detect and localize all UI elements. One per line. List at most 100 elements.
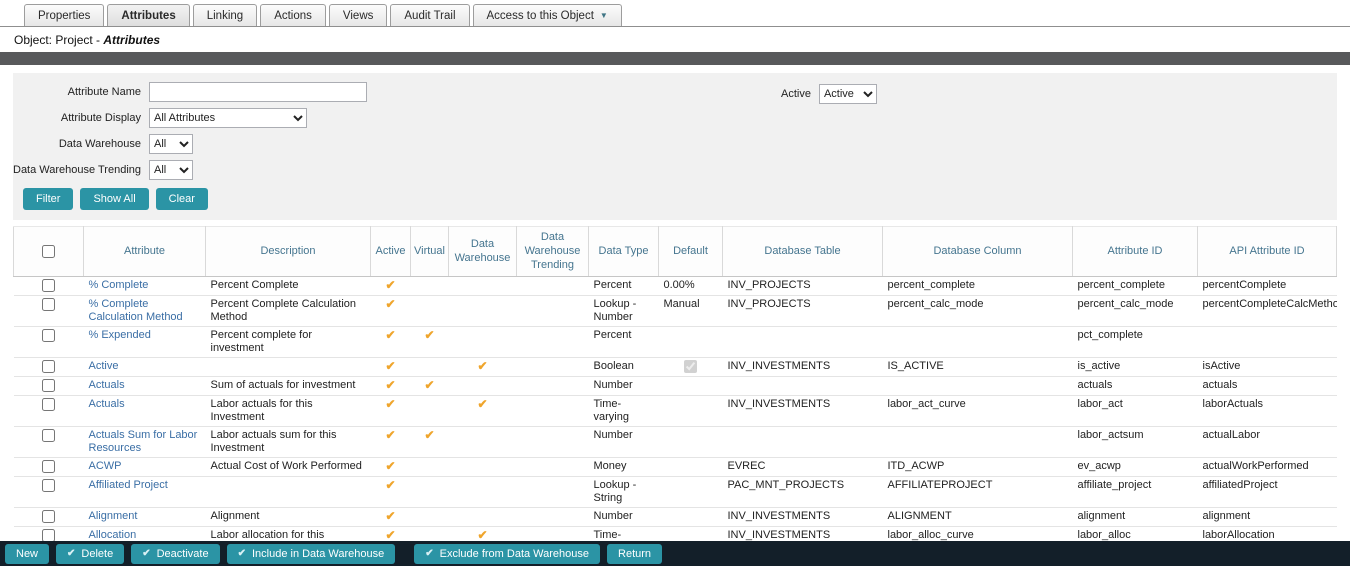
attribute-cell: Actuals Sum for Labor Resources	[84, 427, 206, 458]
column-header-default[interactable]: Default	[659, 227, 723, 277]
data-warehouse-trending-cell	[517, 277, 589, 296]
active-cell: ✔	[371, 458, 411, 477]
row-select-cell	[14, 396, 84, 427]
attribute-link[interactable]: % Complete Calculation Method	[89, 298, 183, 323]
attribute-link[interactable]: ACWP	[89, 460, 122, 472]
table-row: Affiliated Project✔Lookup - StringPAC_MN…	[14, 477, 1337, 508]
include-in-data-warehouse-button[interactable]: ✔Include in Data Warehouse	[227, 544, 396, 564]
database-table-cell: INV_INVESTMENTS	[723, 508, 883, 527]
active-filter-select[interactable]: Active	[819, 84, 877, 104]
new-button[interactable]: New	[5, 544, 49, 564]
attribute-cell: % Complete	[84, 277, 206, 296]
attribute-link[interactable]: % Expended	[89, 329, 151, 341]
table-row: % ExpendedPercent complete for investmen…	[14, 327, 1337, 358]
tab-views[interactable]: Views	[329, 4, 387, 26]
description-cell: Labor actuals sum for this Investment	[206, 427, 371, 458]
exclude-from-data-warehouse-button[interactable]: ✔Exclude from Data Warehouse	[414, 544, 600, 564]
data-warehouse-cell	[449, 477, 517, 508]
attribute-cell: Affiliated Project	[84, 477, 206, 508]
select-all-checkbox[interactable]	[42, 245, 55, 258]
row-checkbox[interactable]	[42, 360, 55, 373]
row-select-cell	[14, 458, 84, 477]
attribute-name-input[interactable]	[149, 82, 367, 102]
chevron-down-icon: ▼	[600, 11, 608, 20]
data-warehouse-select[interactable]: All	[149, 134, 193, 154]
tab-linking[interactable]: Linking	[193, 4, 257, 26]
api-attribute-id-cell: percentComplete	[1198, 277, 1337, 296]
attribute-link[interactable]: Actuals Sum for Labor Resources	[89, 429, 198, 454]
database-table-cell	[723, 427, 883, 458]
attribute-link[interactable]: Active	[89, 360, 119, 372]
data-warehouse-cell	[449, 377, 517, 396]
row-checkbox[interactable]	[42, 460, 55, 473]
attribute-id-cell: affiliate_project	[1073, 477, 1198, 508]
virtual-cell	[411, 477, 449, 508]
button-label: Exclude from Data Warehouse	[440, 548, 589, 560]
api-attribute-id-cell: percentCompleteCalcMethod	[1198, 296, 1337, 327]
column-header-data-type[interactable]: Data Type	[589, 227, 659, 277]
deactivate-button[interactable]: ✔Deactivate	[131, 544, 219, 564]
tab-access-to-this-object[interactable]: Access to this Object ▼	[473, 4, 622, 26]
tab-audit-trail[interactable]: Audit Trail	[390, 4, 469, 26]
return-button[interactable]: Return	[607, 544, 662, 564]
filter-button[interactable]: Filter	[23, 188, 73, 210]
row-checkbox[interactable]	[42, 298, 55, 311]
filter-buttons: Filter Show All Clear	[23, 188, 1327, 210]
data-warehouse-cell	[449, 296, 517, 327]
column-header-virtual[interactable]: Virtual	[411, 227, 449, 277]
column-header-data-warehouse[interactable]: Data Warehouse	[449, 227, 517, 277]
check-icon: ✔	[385, 328, 395, 342]
table-row: % CompletePercent Complete✔Percent0.00%I…	[14, 277, 1337, 296]
column-header-attribute-id[interactable]: Attribute ID	[1073, 227, 1198, 277]
virtual-cell	[411, 396, 449, 427]
active-cell: ✔	[371, 396, 411, 427]
api-attribute-id-cell: isActive	[1198, 358, 1337, 377]
row-checkbox[interactable]	[42, 398, 55, 411]
tab-bar: PropertiesAttributesLinkingActionsViewsA…	[0, 0, 1350, 27]
attribute-name-label: Attribute Name	[13, 86, 149, 98]
column-header-active[interactable]: Active	[371, 227, 411, 277]
api-attribute-id-cell: affiliatedProject	[1198, 477, 1337, 508]
row-checkbox[interactable]	[42, 510, 55, 523]
tab-properties[interactable]: Properties	[24, 4, 104, 26]
tab-attributes[interactable]: Attributes	[107, 4, 189, 26]
column-header-attribute[interactable]: Attribute	[84, 227, 206, 277]
row-select-cell	[14, 296, 84, 327]
attribute-link[interactable]: Affiliated Project	[89, 479, 168, 491]
row-checkbox[interactable]	[42, 429, 55, 442]
row-select-cell	[14, 377, 84, 396]
column-header-api-attribute-id[interactable]: API Attribute ID	[1198, 227, 1337, 277]
row-checkbox[interactable]	[42, 379, 55, 392]
row-checkbox[interactable]	[42, 479, 55, 492]
check-icon: ✔	[385, 378, 395, 392]
virtual-cell: ✔	[411, 377, 449, 396]
column-header-data-warehouse-trending[interactable]: Data Warehouse Trending	[517, 227, 589, 277]
attributes-table: AttributeDescriptionActiveVirtualData Wa…	[13, 226, 1337, 566]
show-all-button[interactable]: Show All	[80, 188, 148, 210]
clear-button[interactable]: Clear	[156, 188, 208, 210]
attribute-link[interactable]: Actuals	[89, 398, 125, 410]
tab-actions[interactable]: Actions	[260, 4, 326, 26]
column-header-description[interactable]: Description	[206, 227, 371, 277]
attribute-link[interactable]: Allocation	[89, 529, 137, 541]
attribute-link[interactable]: Alignment	[89, 510, 138, 522]
data-type-cell: Number	[589, 508, 659, 527]
row-checkbox[interactable]	[42, 329, 55, 342]
attribute-id-cell: ev_acwp	[1073, 458, 1198, 477]
delete-button[interactable]: ✔Delete	[56, 544, 124, 564]
data-warehouse-trending-select[interactable]: All	[149, 160, 193, 180]
table-row: AlignmentAlignment✔NumberINV_INVESTMENTS…	[14, 508, 1337, 527]
column-header-database-table[interactable]: Database Table	[723, 227, 883, 277]
footer-bar: New ✔Delete ✔Deactivate ✔Include in Data Wa…	[0, 541, 1350, 566]
active-cell: ✔	[371, 296, 411, 327]
database-table-cell: PAC_MNT_PROJECTS	[723, 477, 883, 508]
row-select-cell	[14, 277, 84, 296]
attribute-link[interactable]: Actuals	[89, 379, 125, 391]
data-type-cell: Money	[589, 458, 659, 477]
row-checkbox[interactable]	[42, 279, 55, 292]
column-header-database-column[interactable]: Database Column	[883, 227, 1073, 277]
attribute-link[interactable]: % Complete	[89, 279, 149, 291]
tab-label: Access to this Object	[487, 10, 594, 22]
row-select-cell	[14, 327, 84, 358]
attribute-display-select[interactable]: All Attributes	[149, 108, 307, 128]
